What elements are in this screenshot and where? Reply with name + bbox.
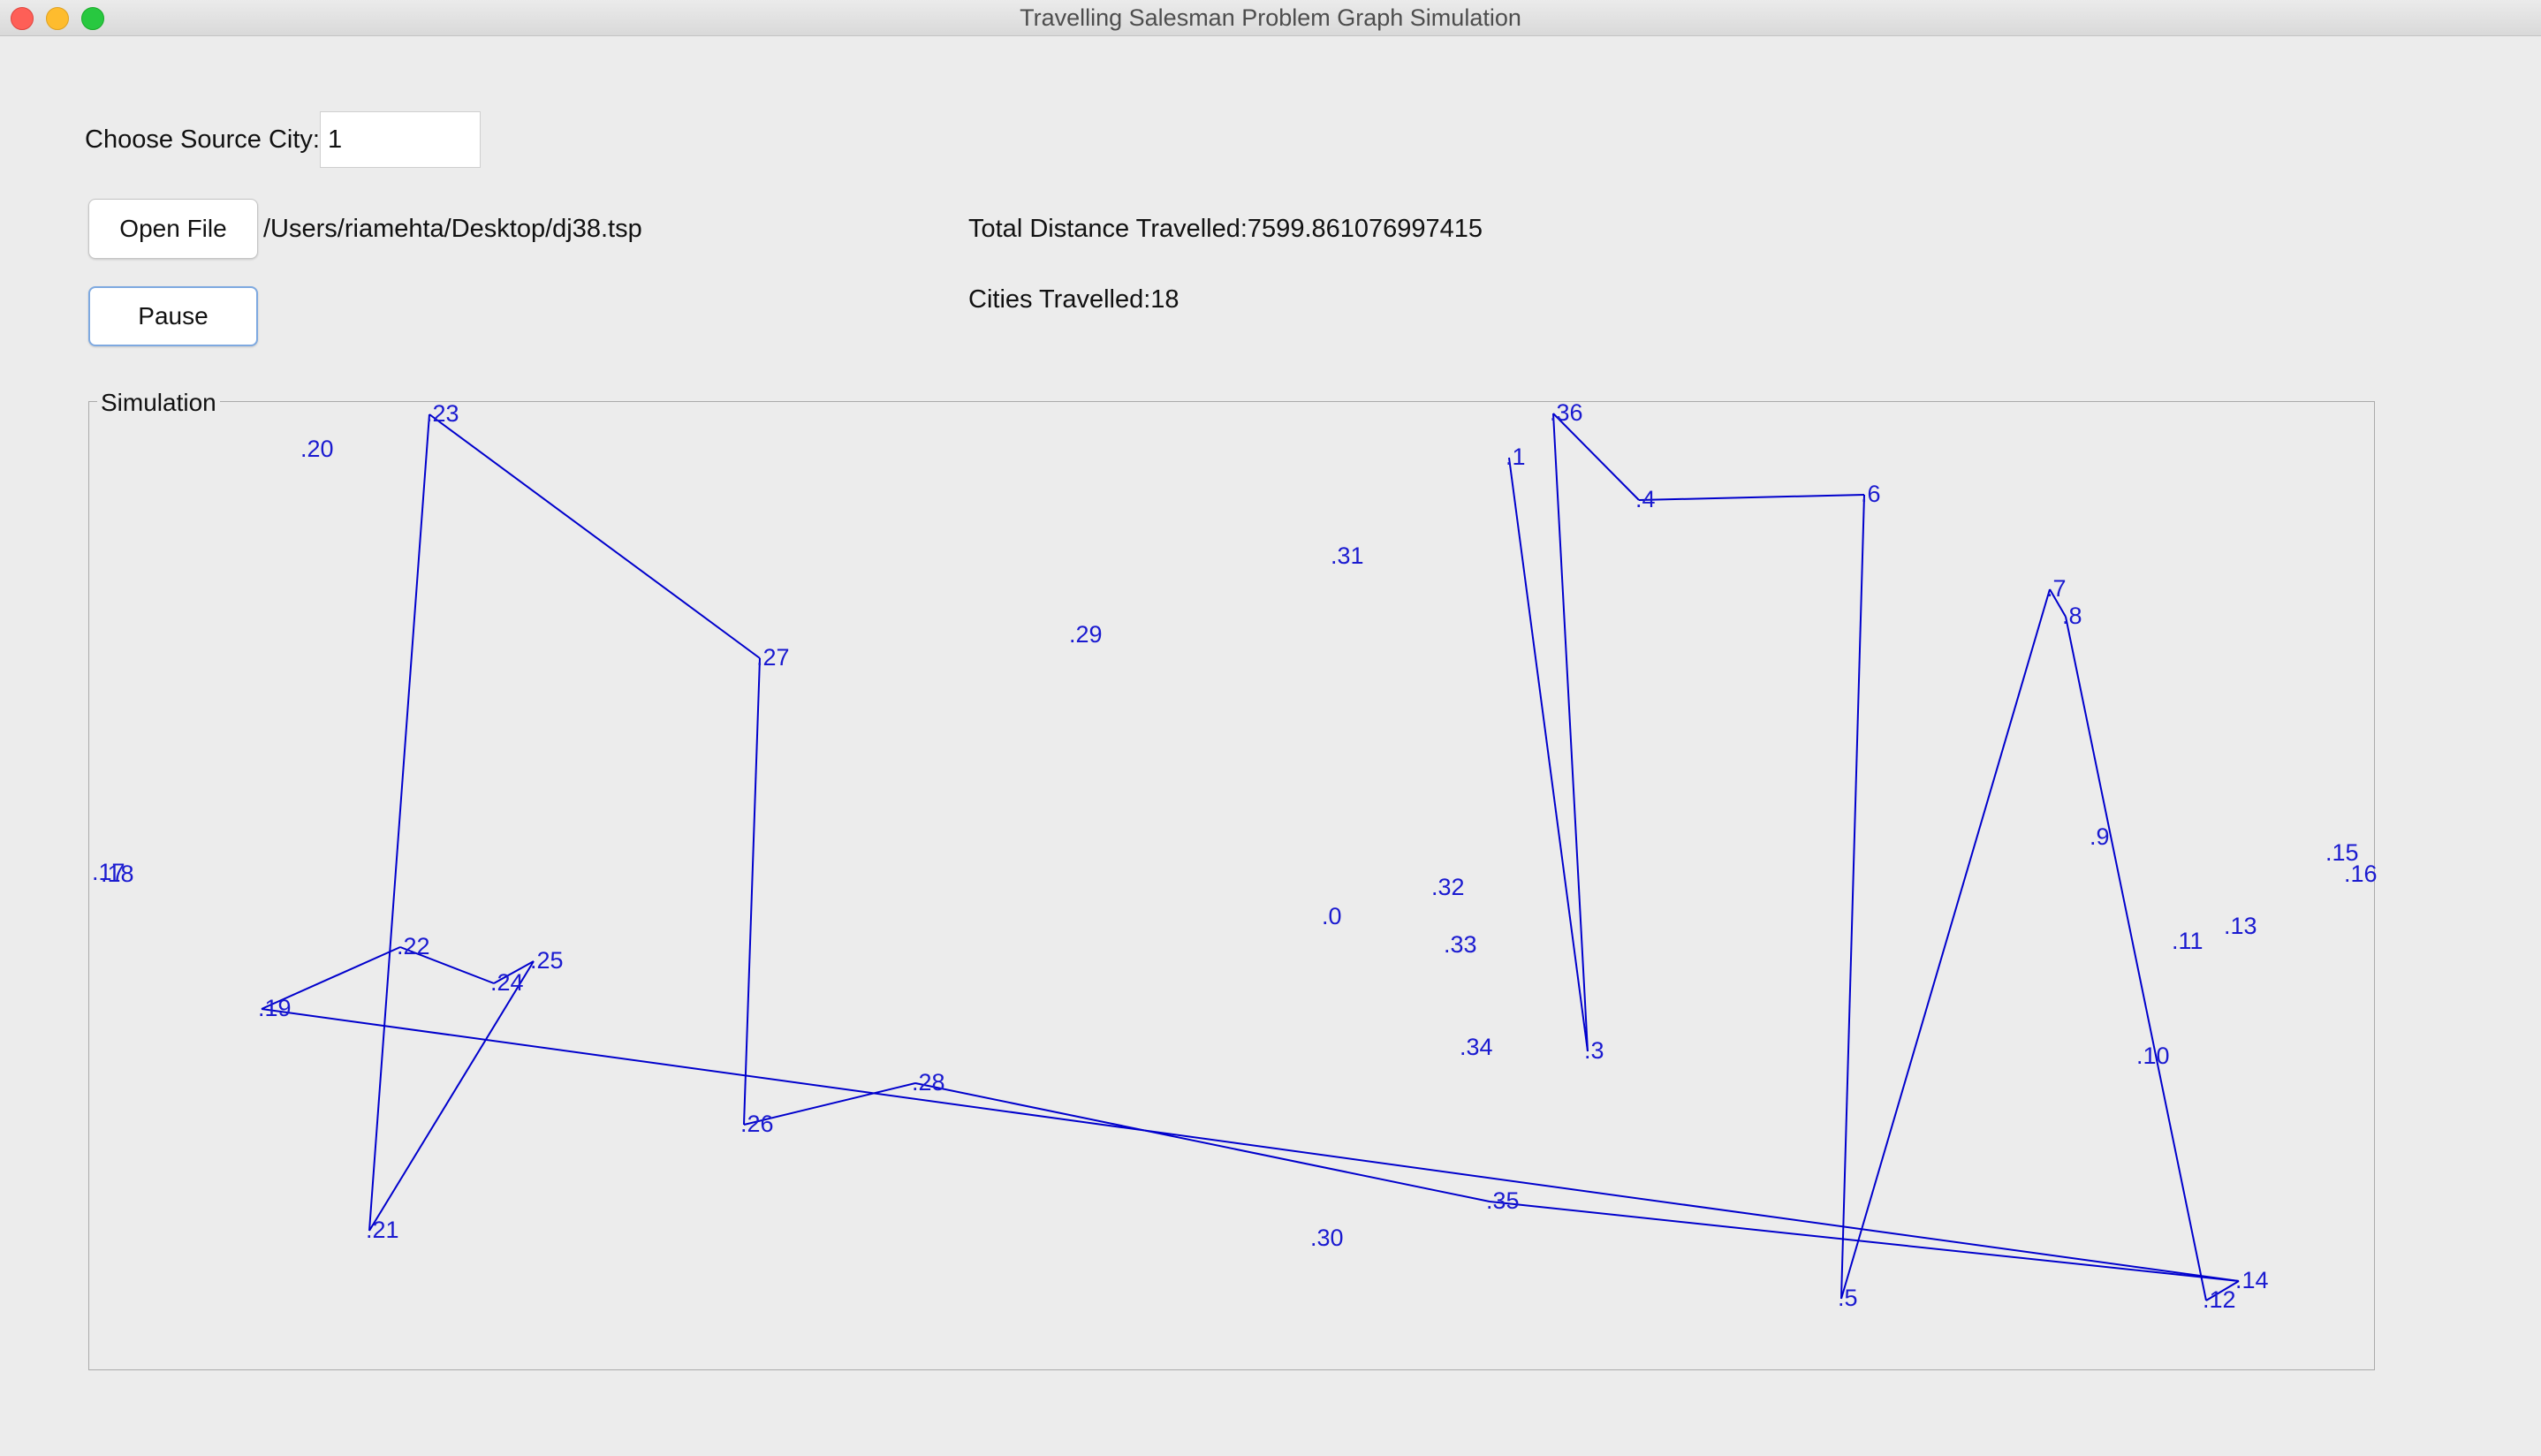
route-edge <box>1840 588 2051 1300</box>
city-label-1: .1 <box>1506 444 1526 470</box>
city-label-13: .13 <box>2224 913 2257 939</box>
city-label-10: .10 <box>2136 1043 2170 1069</box>
route-edge <box>1638 494 1865 501</box>
city-label-19: .19 <box>258 995 292 1021</box>
route-edge <box>743 657 761 1126</box>
city-label-23: .23 <box>426 400 459 427</box>
city-label-29: .29 <box>1069 621 1103 648</box>
city-label-18: .18 <box>101 861 134 887</box>
route-edge <box>1840 494 1865 1300</box>
city-label-35: .35 <box>1486 1187 1520 1214</box>
city-label-27: .27 <box>756 644 790 671</box>
city-label-16: .16 <box>2344 861 2378 887</box>
route-edge <box>261 1008 2240 1282</box>
route-edge <box>2065 616 2207 1301</box>
city-label-0: .0 <box>1322 903 1342 929</box>
city-label-34: .34 <box>1460 1034 1493 1060</box>
city-label-20: .20 <box>300 436 334 462</box>
city-label-33: .33 <box>1444 931 1477 958</box>
city-label-28: .28 <box>912 1069 945 1096</box>
city-label-12: .12 <box>2203 1286 2236 1313</box>
city-label-36: .36 <box>1550 399 1583 426</box>
route-edge <box>429 413 761 659</box>
route-edge <box>1489 1201 2240 1282</box>
city-label-30: .30 <box>1310 1225 1344 1251</box>
city-label-31: .31 <box>1331 542 1364 569</box>
city-label-21: .21 <box>366 1217 399 1243</box>
city-label-26: .26 <box>740 1111 774 1137</box>
city-label-9: .9 <box>2090 823 2110 850</box>
city-label-11: .11 <box>2172 928 2203 954</box>
city-label-32: .32 <box>1431 874 1465 900</box>
city-label-24: .24 <box>490 969 524 996</box>
city-label-4: .4 <box>1635 486 1656 512</box>
city-label-14: .14 <box>2235 1267 2269 1293</box>
route-edge <box>368 413 430 1232</box>
city-label-3: .3 <box>1584 1037 1604 1064</box>
city-label-6: .6 <box>1861 481 1881 507</box>
route-edge <box>1552 413 1589 1052</box>
route-edge <box>368 960 535 1232</box>
city-label-5: .5 <box>1838 1285 1858 1311</box>
route-edge <box>1508 457 1589 1052</box>
city-label-7: .7 <box>2046 575 2067 602</box>
city-label-8: .8 <box>2062 603 2082 629</box>
city-label-25: .25 <box>530 947 564 974</box>
route-edge <box>914 1082 1490 1202</box>
route-edge <box>1552 413 1640 501</box>
simulation-canvas: .0.1.3.4.5.6.7.8.9.10.11.12.13.14.15.16.… <box>92 399 2378 1313</box>
city-label-22: .22 <box>397 933 430 959</box>
